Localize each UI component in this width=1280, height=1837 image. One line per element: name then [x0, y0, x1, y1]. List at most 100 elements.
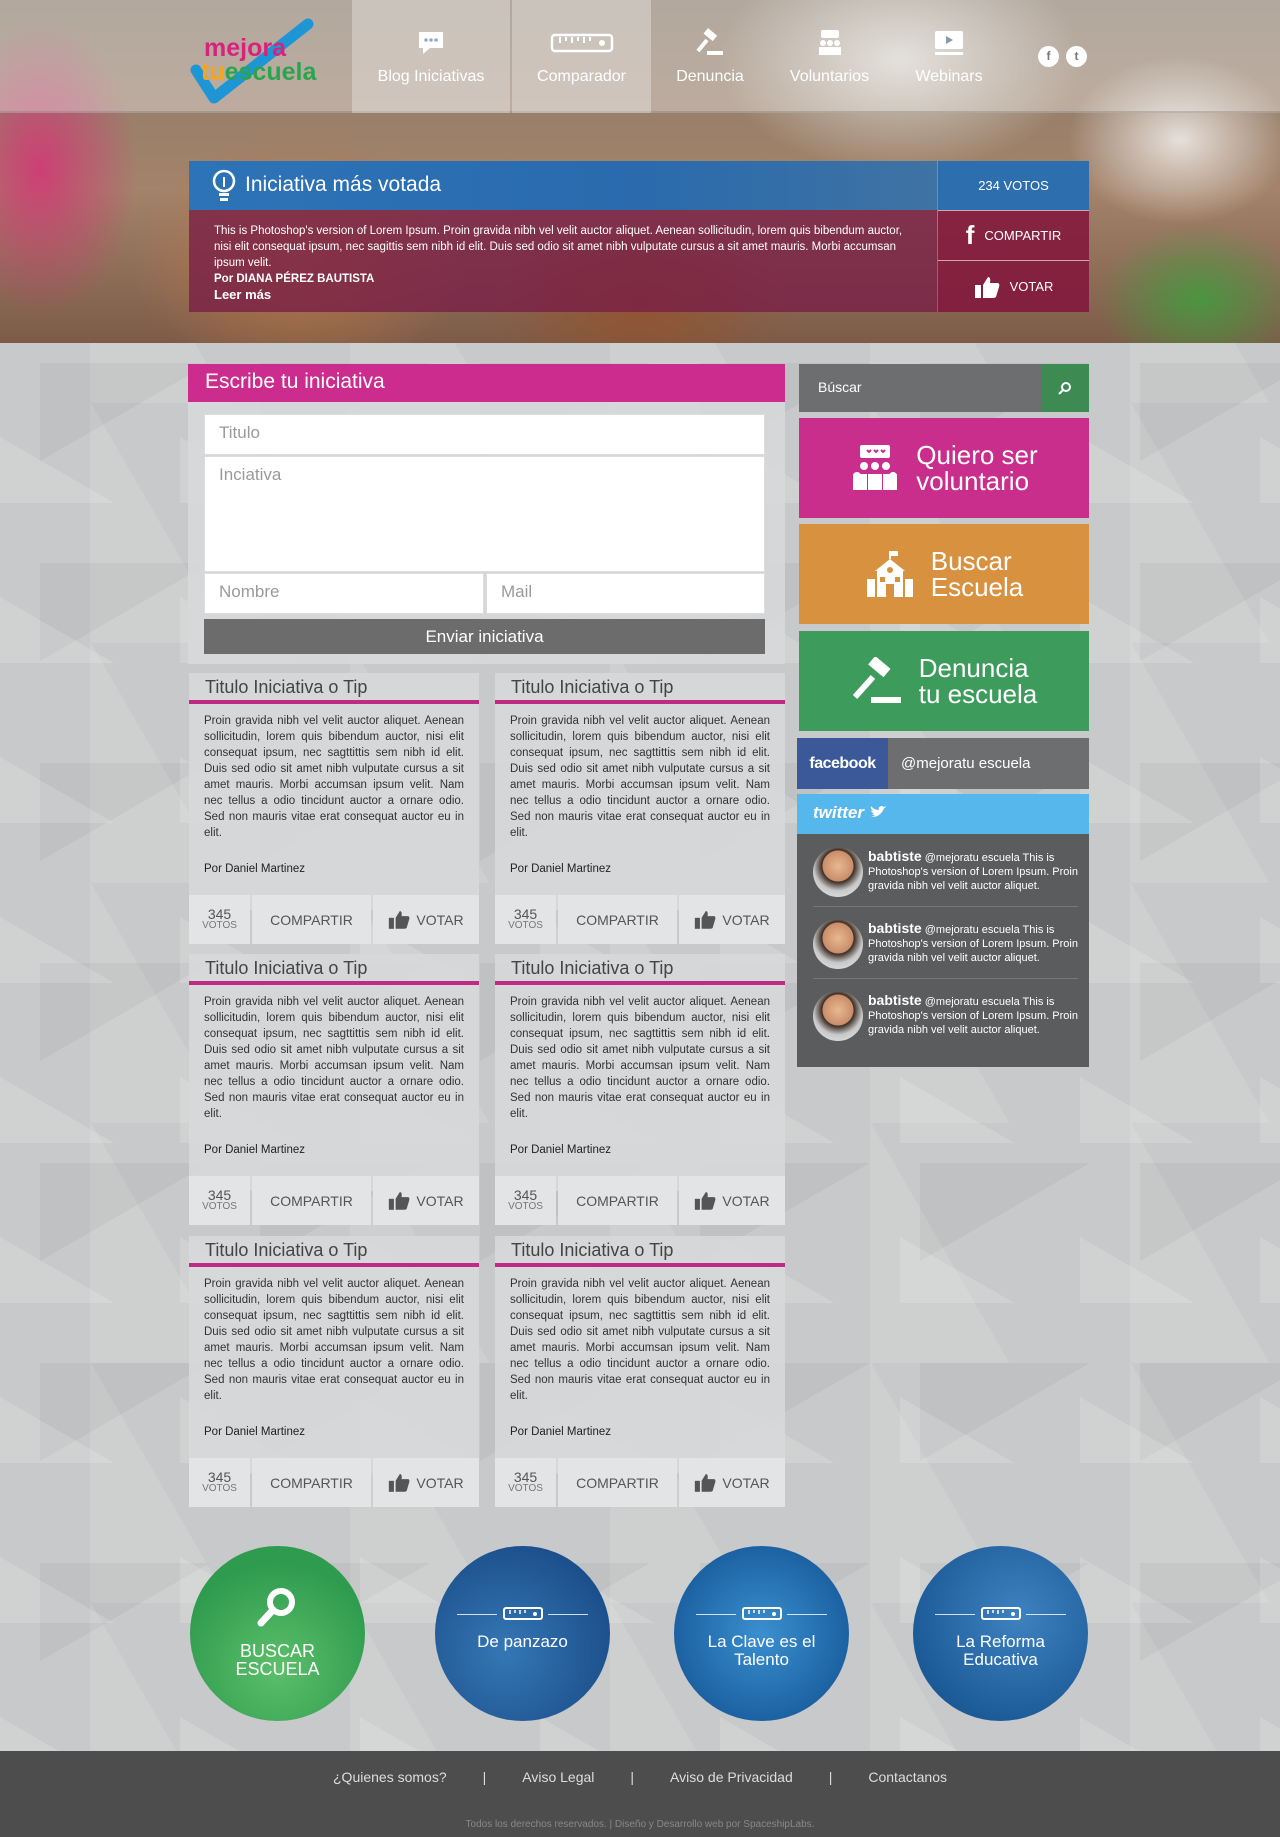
card-author: Por Daniel Martinez: [204, 863, 305, 875]
twitter-feed: babtiste @mejoratu escuela This is Photo…: [797, 834, 1089, 1067]
divider: [1026, 1614, 1066, 1615]
card-text: Proin gravida nibh vel velit auctor aliq…: [204, 715, 464, 839]
card-vote-button[interactable]: VOTAR: [373, 1458, 479, 1507]
vote-number: 345: [513, 1468, 538, 1485]
site-logo[interactable]: mejora tuescuela: [186, 10, 316, 105]
card-share-button[interactable]: COMPARTIR: [558, 1176, 677, 1225]
tile-line2: voluntario: [916, 466, 1030, 496]
search-box[interactable]: Búscar: [799, 364, 1089, 412]
card-title[interactable]: Titulo Iniciativa o Tip: [511, 677, 673, 698]
footer-link-contact[interactable]: Contactanos: [868, 1769, 947, 1785]
card-vote-button[interactable]: VOTAR: [373, 895, 479, 944]
vote-unit: VOTOS: [202, 1482, 237, 1494]
copyright: Todos los derechos reservados. | Diseño …: [465, 1819, 815, 1830]
send-initiative-button[interactable]: Enviar iniciativa: [204, 619, 765, 654]
nav-voluntarios[interactable]: Voluntarios: [772, 0, 887, 113]
logo-text-tu: tu: [201, 58, 225, 86]
card-vote-button[interactable]: VOTAR: [679, 1176, 785, 1225]
nav-label: Voluntarios: [789, 68, 870, 85]
card-author: Por Daniel Martinez: [510, 1144, 611, 1156]
card-share-button[interactable]: COMPARTIR: [252, 1458, 371, 1507]
footer-links: ¿Quienes somos? | Aviso Legal | Aviso de Pri…: [0, 1769, 1280, 1785]
card-share-button[interactable]: COMPARTIR: [558, 895, 677, 944]
circle-label: La Reforma Educativa: [956, 1632, 1045, 1669]
read-more-link[interactable]: Leer más: [214, 287, 913, 303]
featured-header: Iniciativa más votada: [189, 161, 937, 210]
tweet[interactable]: babtiste @mejoratu escuela This is Photo…: [813, 983, 1078, 1051]
share-label: COMPARTIR: [270, 1192, 353, 1209]
nav-webinars[interactable]: Webinars: [898, 0, 1000, 113]
search-button[interactable]: [1041, 364, 1089, 412]
card-vote-count: 345 VOTOS: [189, 1458, 250, 1507]
circle-la-clave[interactable]: La Clave es el Talento: [674, 1546, 849, 1721]
featured-share-button[interactable]: f COMPARTIR: [938, 210, 1089, 260]
featured-title: Iniciativa más votada: [245, 173, 442, 196]
circle-la-reforma[interactable]: La Reforma Educativa: [913, 1546, 1088, 1721]
nav-comparador[interactable]: Comparador: [512, 0, 651, 113]
card-author: Por Daniel Martinez: [204, 1426, 305, 1438]
card-vote-button[interactable]: VOTAR: [373, 1176, 479, 1225]
most-voted-initiative: Iniciativa más votada This is Photoshop'…: [189, 161, 1089, 312]
vote-number: 345: [207, 905, 232, 922]
footer-link-privacy[interactable]: Aviso de Privacidad: [670, 1769, 793, 1785]
vote-number: 345: [207, 1468, 232, 1485]
tweet-user[interactable]: babtiste: [868, 920, 922, 936]
divider: [696, 1614, 736, 1615]
vote-unit: VOTOS: [202, 919, 237, 931]
twitter-bird-icon: [869, 806, 886, 817]
card-divider: [495, 700, 785, 704]
gavel-icon: [696, 28, 723, 55]
card-title[interactable]: Titulo Iniciativa o Tip: [205, 958, 367, 979]
lightbulb-icon: [212, 169, 236, 201]
footer-link-about[interactable]: ¿Quienes somos?: [333, 1769, 447, 1785]
card-vote-button[interactable]: VOTAR: [679, 895, 785, 944]
card-actions: 345 VOTOS COMPARTIR VOTAR: [495, 1458, 785, 1507]
facebook-widget[interactable]: facebook @mejoratu escuela: [797, 738, 1089, 789]
initiative-textarea[interactable]: Inciativa: [204, 456, 765, 572]
find-school-tile[interactable]: Buscar Escuela: [799, 524, 1089, 624]
facebook-f-icon: f: [965, 220, 975, 250]
card-text: Proin gravida nibh vel velit auctor aliq…: [510, 996, 770, 1120]
featured-vote-button[interactable]: VOTAR: [938, 260, 1089, 312]
card-share-button[interactable]: COMPARTIR: [558, 1458, 677, 1507]
vote-unit: VOTOS: [202, 1200, 237, 1212]
card-title[interactable]: Titulo Iniciativa o Tip: [511, 1240, 673, 1261]
title-input[interactable]: Titulo: [204, 414, 765, 455]
report-school-tile[interactable]: Denuncia tu escuela: [799, 631, 1089, 731]
tweet-user[interactable]: babtiste: [868, 848, 922, 864]
mail-input[interactable]: Mail: [486, 573, 765, 614]
card-title[interactable]: Titulo Iniciativa o Tip: [205, 677, 367, 698]
card-share-button[interactable]: COMPARTIR: [252, 895, 371, 944]
vote-unit: VOTOS: [508, 1200, 543, 1212]
footer-link-legal[interactable]: Aviso Legal: [522, 1769, 594, 1785]
tweet[interactable]: babtiste @mejoratu escuela This is Photo…: [813, 911, 1078, 979]
card-vote-button[interactable]: VOTAR: [679, 1458, 785, 1507]
tweet[interactable]: babtiste @mejoratu escuela This is Photo…: [813, 839, 1078, 907]
facebook-icon[interactable]: f: [1038, 46, 1059, 67]
nav-blog-iniciativas[interactable]: Blog Iniciativas: [352, 0, 510, 113]
tweet-user[interactable]: babtiste: [868, 992, 922, 1008]
ruler-icon: [981, 1607, 1021, 1620]
twitter-icon[interactable]: t: [1066, 46, 1087, 67]
name-input[interactable]: Nombre: [204, 573, 484, 614]
card-title[interactable]: Titulo Iniciativa o Tip: [511, 958, 673, 979]
vote-label: VOTAR: [722, 1192, 770, 1209]
card-share-button[interactable]: COMPARTIR: [252, 1176, 371, 1225]
separator: |: [482, 1769, 487, 1785]
card-actions: 345 VOTOS COMPARTIR VOTAR: [189, 1176, 479, 1225]
card-text: Proin gravida nibh vel velit auctor aliq…: [204, 996, 464, 1120]
initiative-card: Titulo Iniciativa o Tip Proin gravida ni…: [495, 954, 785, 1225]
search-input[interactable]: Búscar: [818, 379, 862, 395]
volunteer-tile[interactable]: Quiero ser voluntario: [799, 418, 1089, 518]
vote-label: VOTAR: [722, 911, 770, 928]
initiative-card: Titulo Iniciativa o Tip Proin gravida ni…: [495, 673, 785, 944]
nav-denuncia[interactable]: Denuncia: [656, 0, 764, 113]
circle-buscar-escuela[interactable]: BUSCAR ESCUELA: [190, 1546, 365, 1721]
circle-label: La Clave es el Talento: [707, 1632, 816, 1669]
circle-de-panzazo[interactable]: De panzazo: [435, 1546, 610, 1721]
vote-label: VOTAR: [416, 1192, 464, 1209]
card-title[interactable]: Titulo Iniciativa o Tip: [205, 1240, 367, 1261]
facebook-handle[interactable]: @mejoratu escuela: [901, 755, 1030, 772]
search-icon: [1058, 382, 1071, 395]
logo-text-line1: mejora: [204, 34, 286, 62]
